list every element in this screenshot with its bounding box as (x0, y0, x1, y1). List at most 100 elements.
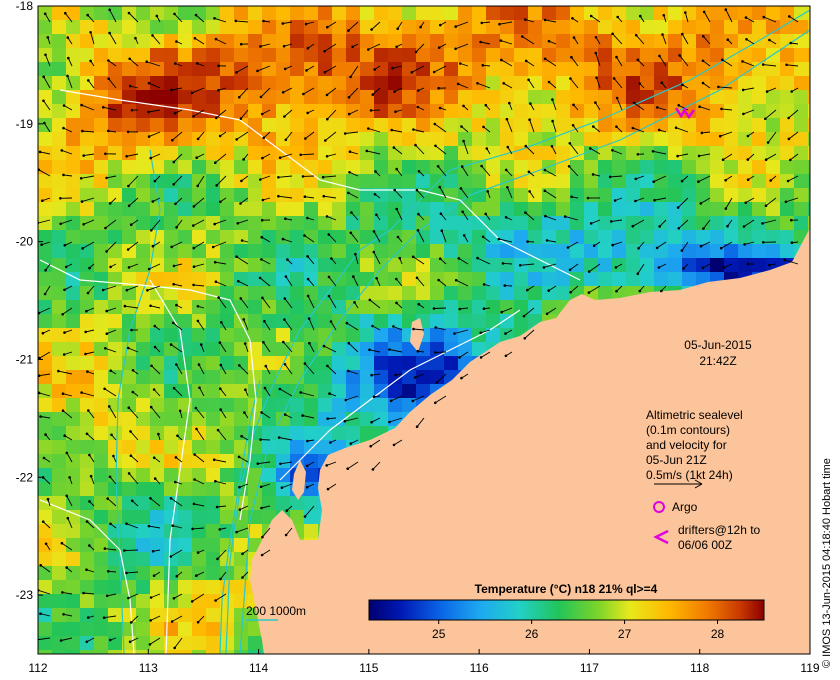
sst-cell (164, 370, 178, 384)
sst-cell (38, 272, 52, 286)
velocity-vector-head (237, 455, 241, 459)
sst-cell (374, 48, 388, 62)
velocity-vector-head (147, 110, 150, 114)
sst-cell (416, 20, 430, 34)
sst-cell (122, 258, 136, 272)
sst-cell (626, 90, 640, 104)
sst-cell (94, 608, 108, 622)
sst-cell (430, 160, 444, 174)
sst-cell (612, 62, 626, 76)
sst-cell (612, 202, 626, 216)
velocity-vector-head (172, 597, 176, 600)
sst-cell (752, 104, 766, 118)
sst-cell (122, 454, 136, 468)
sst-cell (430, 146, 444, 160)
velocity-vector-head (351, 45, 354, 49)
sst-cell (66, 300, 80, 314)
velocity-vector-head (321, 175, 325, 179)
velocity-vector-head (151, 550, 155, 553)
velocity-vector-head (307, 317, 311, 320)
velocity-vector-head (127, 184, 130, 188)
velocity-vector-head (568, 268, 572, 272)
velocity-vector-head (569, 291, 572, 294)
velocity-vector-head (393, 90, 396, 93)
sst-cell (108, 146, 122, 160)
velocity-vector-head (79, 177, 83, 180)
sst-cell (276, 286, 290, 300)
velocity-vector-head (175, 574, 179, 578)
sst-cell (766, 76, 780, 90)
velocity-vector-head (84, 330, 87, 334)
velocity-vector-head (481, 64, 485, 67)
velocity-vector-head (218, 341, 222, 344)
velocity-vector-head (104, 347, 107, 350)
sst-cell (710, 146, 724, 160)
velocity-vector-head (327, 275, 331, 279)
velocity-vector-head (415, 188, 419, 192)
sst-cell (346, 104, 360, 118)
sst-cell (52, 524, 66, 538)
sst-cell (332, 216, 346, 230)
sst-cell (542, 104, 556, 118)
velocity-vector-head (126, 248, 130, 251)
velocity-vector-head (504, 332, 507, 335)
velocity-vector-head (108, 475, 112, 479)
sst-cell (346, 356, 360, 370)
sst-cell (640, 6, 654, 20)
sst-cell (122, 244, 136, 258)
sst-cell (794, 90, 808, 104)
velocity-vector-head (213, 260, 217, 264)
velocity-vector-head (521, 35, 524, 38)
sst-cell (318, 132, 332, 146)
sst-cell (164, 552, 178, 566)
sst-cell (80, 552, 94, 566)
sst-cell (472, 20, 486, 34)
sst-cell (332, 146, 346, 160)
sst-cell (360, 160, 374, 174)
velocity-vector-head (482, 307, 486, 311)
sst-cell (570, 132, 584, 146)
sst-cell (584, 174, 598, 188)
sst-cell (710, 20, 724, 34)
sst-cell (108, 90, 122, 104)
sst-cell (332, 160, 346, 174)
sst-cell (52, 286, 66, 300)
velocity-vector-head (657, 128, 661, 132)
sst-cell (52, 440, 66, 454)
velocity-vector-head (438, 106, 442, 110)
sst-cell (332, 90, 346, 104)
sst-cell (794, 104, 808, 118)
sst-cell (696, 188, 710, 202)
velocity-vector-head (219, 408, 222, 411)
velocity-vector-head (238, 95, 241, 99)
sst-cell (682, 34, 696, 48)
velocity-vector-head (528, 190, 531, 193)
velocity-vector-head (128, 640, 132, 644)
sst-cell (206, 440, 220, 454)
sst-cell (388, 34, 402, 48)
sst-cell (206, 76, 220, 90)
sst-cell (192, 342, 206, 356)
sst-cell (290, 202, 304, 216)
sst-cell (374, 286, 388, 300)
velocity-vector-head (108, 8, 111, 12)
sst-cell (178, 202, 192, 216)
sst-cell (528, 20, 542, 34)
velocity-vector-head (615, 96, 619, 100)
sst-cell (178, 342, 192, 356)
sst-cell (556, 6, 570, 20)
sst-cell (766, 6, 780, 20)
sst-cell (52, 202, 66, 216)
sst-cell (80, 594, 94, 608)
sst-cell (38, 160, 52, 174)
sst-cell (332, 328, 346, 342)
sst-cell (472, 286, 486, 300)
sst-cell (486, 300, 500, 314)
sst-cell (710, 160, 724, 174)
velocity-vector-head (304, 137, 307, 140)
sst-cell (66, 384, 80, 398)
sst-cell (290, 90, 304, 104)
velocity-vector-head (681, 83, 684, 87)
sst-cell (262, 286, 276, 300)
velocity-vector-head (172, 386, 176, 390)
